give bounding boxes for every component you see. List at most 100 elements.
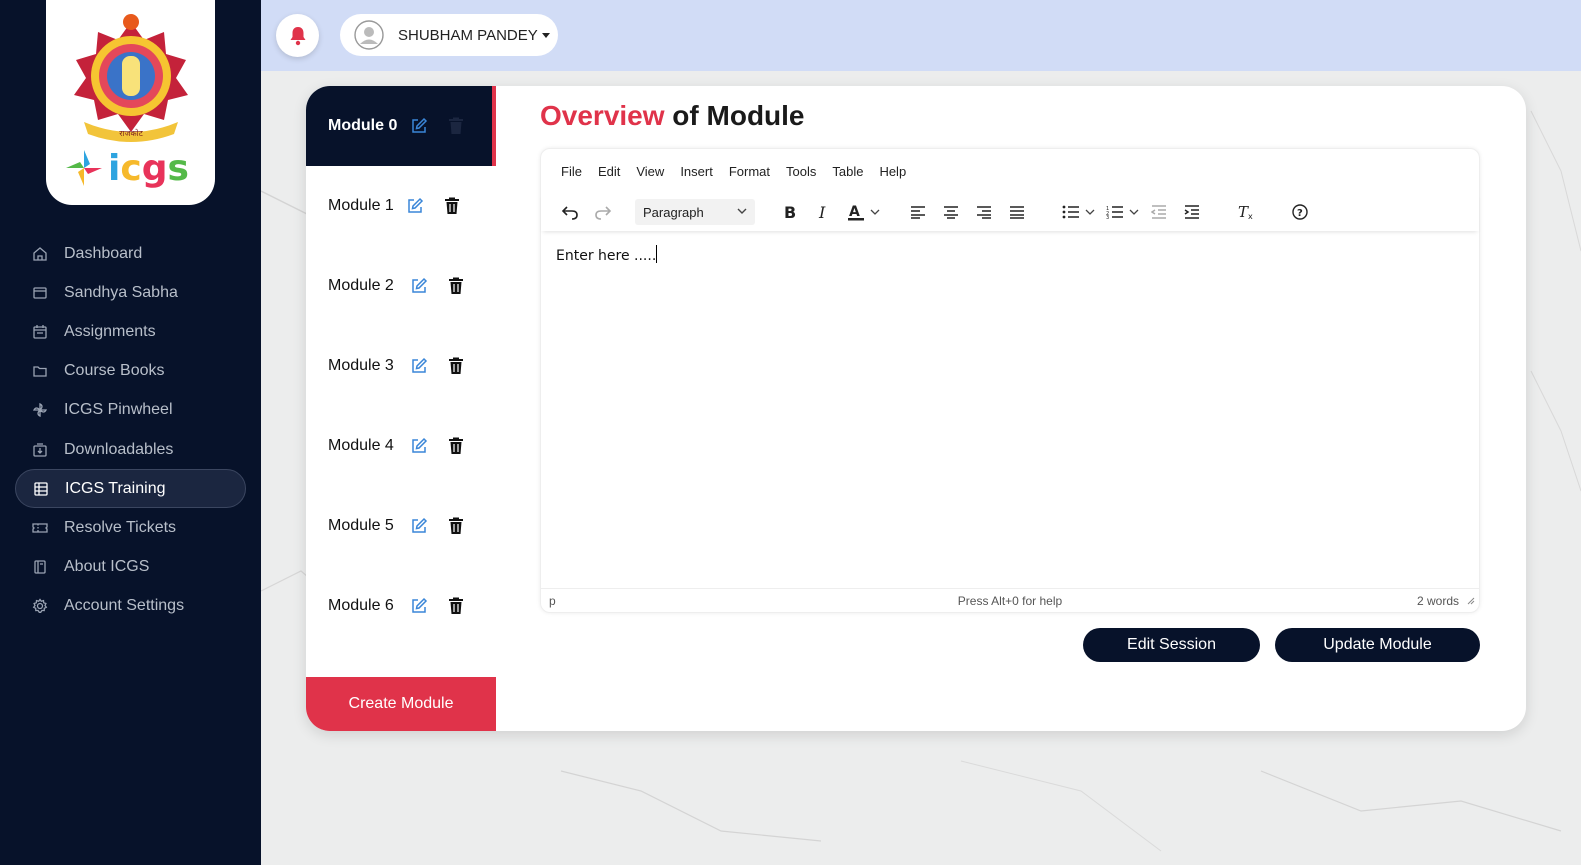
align-right-icon[interactable] <box>971 199 997 225</box>
bold-icon[interactable]: B <box>777 199 803 225</box>
sidebar-item-dashboard[interactable]: Dashboard <box>15 234 246 273</box>
menu-help[interactable]: Help <box>879 164 906 179</box>
editor-statusbar: p Press Alt+0 for help 2 words <box>541 588 1479 612</box>
sidebar-item-label: Account Settings <box>64 597 185 615</box>
module-label: Module 2 <box>328 277 394 294</box>
edit-icon[interactable] <box>410 517 428 535</box>
menu-tools[interactable]: Tools <box>786 164 816 179</box>
indent-icon[interactable] <box>1179 199 1205 225</box>
edit-icon[interactable] <box>410 277 428 295</box>
menu-format[interactable]: Format <box>729 164 770 179</box>
numbered-list-icon[interactable]: 123 <box>1102 199 1128 225</box>
edit-icon[interactable] <box>410 437 428 455</box>
icgs-logo: राजकोट icgs <box>66 14 189 189</box>
trash-icon[interactable] <box>448 517 464 535</box>
avatar <box>354 20 384 50</box>
svg-text:icgs: icgs <box>108 148 189 189</box>
bell-icon <box>290 26 305 45</box>
sidebar-item-downloadables[interactable]: Downloadables <box>15 430 246 469</box>
rich-text-editor: File Edit View Insert Format Tools Table… <box>540 148 1480 613</box>
align-center-icon[interactable] <box>938 199 964 225</box>
redo-icon[interactable] <box>590 199 616 225</box>
text-color-icon[interactable]: A <box>843 199 869 225</box>
module-item[interactable]: Module 3 <box>306 326 496 406</box>
notification-button[interactable] <box>276 14 319 57</box>
trash-icon[interactable] <box>448 597 464 615</box>
sidebar-item-label: Assignments <box>64 322 156 340</box>
module-item[interactable]: Module 2 <box>306 246 496 326</box>
outdent-icon[interactable] <box>1146 199 1172 225</box>
title-rest: of Module <box>664 100 805 131</box>
menu-insert[interactable]: Insert <box>680 164 713 179</box>
edit-icon[interactable] <box>406 197 424 215</box>
sidebar-item-sandhya-sabha[interactable]: Sandhya Sabha <box>15 273 246 312</box>
align-left-icon[interactable] <box>905 199 931 225</box>
sidebar-item-label: About ICGS <box>64 558 150 576</box>
bullet-list-icon[interactable] <box>1058 199 1084 225</box>
sidebar-item-icgs-training[interactable]: ICGS Training <box>15 469 246 509</box>
module-item[interactable]: Module 1 <box>306 166 496 246</box>
sidebar-item-about-icgs[interactable]: About ICGS <box>15 548 246 587</box>
clear-formatting-icon[interactable]: Tx <box>1233 199 1259 225</box>
undo-icon[interactable] <box>557 199 583 225</box>
sidebar-item-course-books[interactable]: Course Books <box>15 352 246 391</box>
module-list: Module 0 Module 1 Module 2 Module 3 Modu… <box>306 86 496 731</box>
menu-file[interactable]: File <box>561 164 582 179</box>
module-item[interactable]: Module 5 <box>306 486 496 566</box>
trash-icon[interactable] <box>448 437 464 455</box>
sidebar-nav: Dashboard Sandhya Sabha Assignments Cour… <box>15 234 246 626</box>
trash-icon[interactable] <box>448 357 464 375</box>
editor-text: Enter here ..... <box>556 248 657 264</box>
help-icon[interactable]: ? <box>1287 199 1313 225</box>
sidebar-item-resolve-tickets[interactable]: Resolve Tickets <box>15 508 246 547</box>
text-cursor <box>656 245 658 263</box>
user-name: SHUBHAM PANDEY <box>398 26 538 44</box>
trash-icon[interactable] <box>444 197 460 215</box>
update-module-button[interactable]: Update Module <box>1275 628 1480 662</box>
sidebar-item-label: Downloadables <box>64 440 174 458</box>
download-box-icon <box>32 442 48 458</box>
align-justify-icon[interactable] <box>1004 199 1030 225</box>
edit-session-button[interactable]: Edit Session <box>1083 628 1260 662</box>
folder-icon <box>32 363 48 379</box>
trash-icon[interactable] <box>448 277 464 295</box>
chevron-down-icon <box>737 208 747 214</box>
trash-icon[interactable] <box>448 117 464 135</box>
page-title: Overview of Module <box>540 100 805 132</box>
module-label: Module 1 <box>328 197 394 214</box>
ticket-icon <box>32 520 48 536</box>
sidebar-item-label: Resolve Tickets <box>64 518 177 536</box>
menu-edit[interactable]: Edit <box>598 164 620 179</box>
word-count[interactable]: 2 words <box>1417 594 1459 608</box>
module-item[interactable]: Module 4 <box>306 406 496 486</box>
logo-card[interactable]: राजकोट icgs <box>46 0 215 205</box>
module-label: Module 0 <box>328 117 398 134</box>
chevron-down-icon[interactable] <box>1128 199 1140 225</box>
sidebar-item-icgs-pinwheel[interactable]: ICGS Pinwheel <box>15 391 246 430</box>
sidebar-item-assignments[interactable]: Assignments <box>15 312 246 351</box>
resize-handle-icon[interactable] <box>1467 597 1475 605</box>
sidebar-item-account-settings[interactable]: Account Settings <box>15 587 246 626</box>
edit-icon[interactable] <box>410 117 428 135</box>
edit-icon[interactable] <box>410 357 428 375</box>
menu-view[interactable]: View <box>636 164 664 179</box>
edit-icon[interactable] <box>410 597 428 615</box>
home-icon <box>32 246 48 262</box>
create-module-button[interactable]: Create Module <box>306 677 496 731</box>
sidebar-item-label: ICGS Pinwheel <box>64 401 173 419</box>
seal-text: राजकोट <box>119 128 143 138</box>
chevron-down-icon[interactable] <box>1084 199 1096 225</box>
user-menu-button[interactable]: SHUBHAM PANDEY <box>340 14 558 56</box>
chevron-down-icon[interactable] <box>869 199 881 225</box>
module-item[interactable]: Module 0 <box>306 86 496 166</box>
module-label: Module 4 <box>328 437 394 454</box>
block-format-select[interactable]: Paragraph <box>635 199 755 225</box>
module-item[interactable]: Module 6 <box>306 566 496 646</box>
module-card: Module 0 Module 1 Module 2 Module 3 Modu… <box>306 86 1526 731</box>
sidebar-item-label: Course Books <box>64 362 165 380</box>
italic-icon[interactable]: I <box>810 199 836 225</box>
menu-table[interactable]: Table <box>832 164 863 179</box>
module-label: Module 5 <box>328 517 394 534</box>
editor-content[interactable]: Enter here ..... <box>556 245 658 264</box>
svg-text:I: I <box>818 204 826 220</box>
